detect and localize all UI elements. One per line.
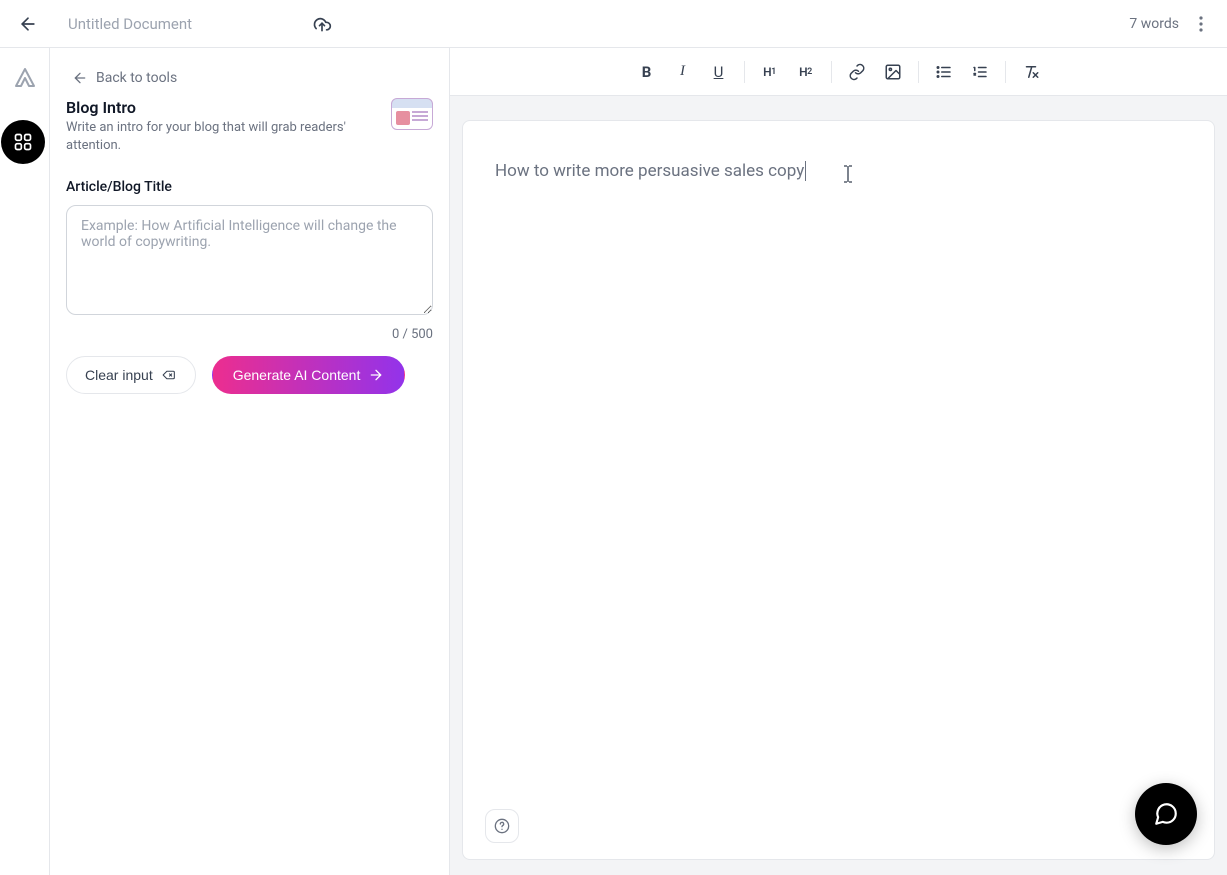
back-to-tools-label: Back to tools <box>96 70 177 86</box>
clear-format-icon <box>1022 63 1040 81</box>
italic-button[interactable]: I <box>666 55 700 89</box>
apps-grid-button[interactable] <box>1 120 45 164</box>
toolbar-separator <box>744 61 745 83</box>
help-button[interactable] <box>485 809 519 843</box>
app-header: Untitled Document 7 words <box>0 0 1227 48</box>
format-toolbar: B I U H1 H2 <box>450 48 1227 96</box>
toolbar-separator <box>1005 61 1006 83</box>
editor-pane: B I U H1 H2 <box>450 48 1227 875</box>
clear-format-button[interactable] <box>1014 55 1048 89</box>
editor-content[interactable]: How to write more persuasive sales copy <box>495 161 1182 181</box>
backspace-icon <box>161 367 177 383</box>
brand-logo-icon <box>13 66 37 90</box>
chat-fab[interactable] <box>1135 783 1197 845</box>
clear-input-button[interactable]: Clear input <box>66 356 196 394</box>
tool-icon <box>391 98 433 130</box>
tool-sidebar: Back to tools Blog Intro Write an intro … <box>50 48 450 875</box>
tool-name: Blog Intro <box>66 98 379 117</box>
doc-title[interactable]: Untitled Document <box>68 15 192 33</box>
back-to-tools-link[interactable]: Back to tools <box>66 66 433 98</box>
image-button[interactable] <box>876 55 910 89</box>
ordered-list-icon <box>971 63 989 81</box>
more-menu-button[interactable] <box>1191 14 1211 34</box>
chat-icon <box>1153 801 1179 827</box>
h2-button[interactable]: H2 <box>789 55 823 89</box>
title-input[interactable] <box>66 205 433 315</box>
ordered-list-button[interactable] <box>963 55 997 89</box>
toolbar-separator <box>831 61 832 83</box>
tool-desc: Write an intro for your blog that will g… <box>66 119 366 155</box>
document-canvas[interactable]: How to write more persuasive sales copy <box>462 120 1215 860</box>
generate-label: Generate AI Content <box>233 367 361 383</box>
clear-label: Clear input <box>85 367 153 383</box>
bullet-list-button[interactable] <box>927 55 961 89</box>
toolbar-separator <box>918 61 919 83</box>
h1-button[interactable]: H1 <box>753 55 787 89</box>
left-rail <box>0 48 50 875</box>
word-count: 7 words <box>1129 16 1179 32</box>
help-icon <box>494 818 510 834</box>
bold-button[interactable]: B <box>630 55 664 89</box>
link-icon <box>848 63 866 81</box>
generate-button[interactable]: Generate AI Content <box>212 356 406 394</box>
arrow-right-icon <box>368 367 384 383</box>
text-cursor-icon <box>843 165 853 183</box>
arrow-left-icon <box>72 70 88 86</box>
underline-button[interactable]: U <box>702 55 736 89</box>
image-icon <box>884 63 902 81</box>
char-counter: 0 / 500 <box>66 327 433 342</box>
back-button[interactable] <box>16 12 40 36</box>
bullet-list-icon <box>935 63 953 81</box>
cloud-sync-icon[interactable] <box>312 14 332 34</box>
field-label: Article/Blog Title <box>66 179 433 195</box>
link-button[interactable] <box>840 55 874 89</box>
